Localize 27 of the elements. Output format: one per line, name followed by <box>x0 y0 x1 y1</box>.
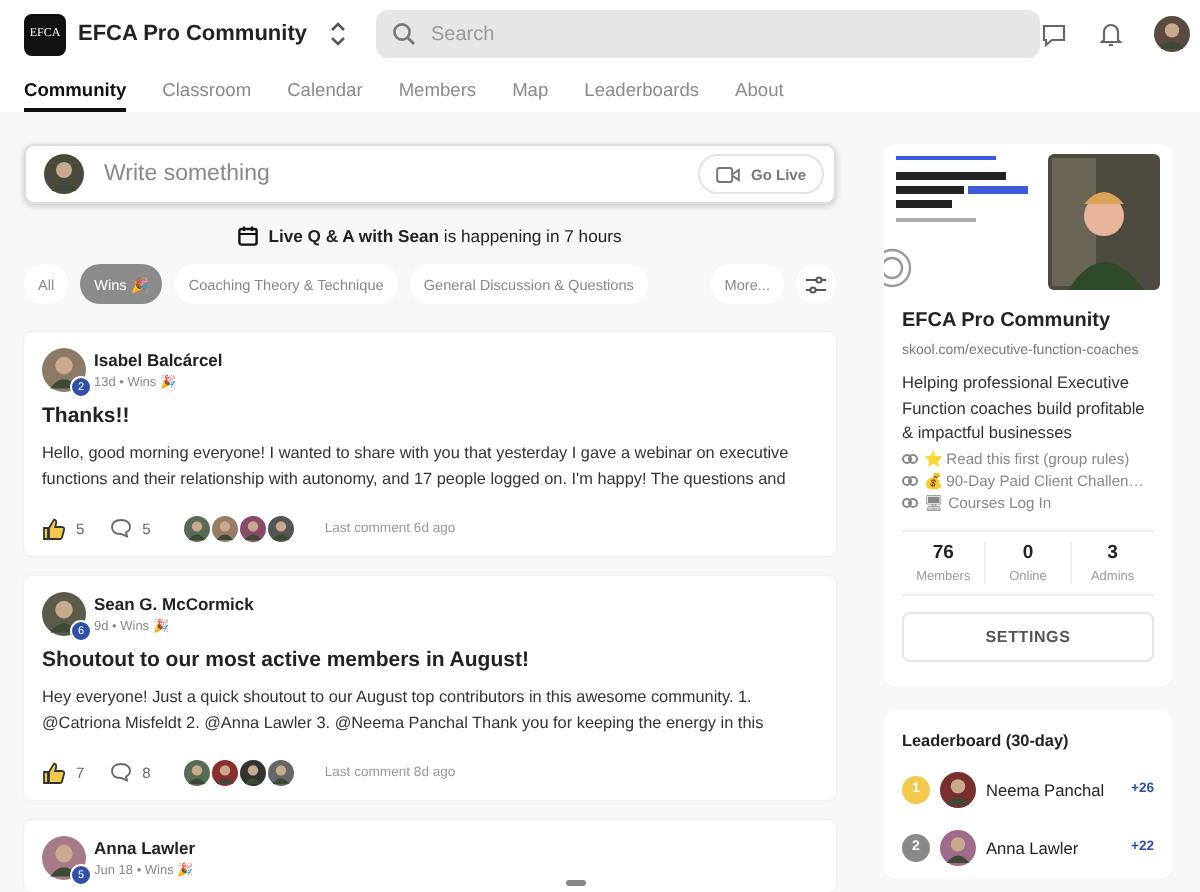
nav-tab[interactable]: About <box>735 68 784 112</box>
nav-tab[interactable]: Community <box>24 68 127 112</box>
member-name[interactable]: Anna Lawler <box>986 837 1121 857</box>
leaderboard-title: Leaderboard (30-day) <box>902 731 1071 749</box>
nav-tab[interactable]: Classroom <box>162 68 252 112</box>
member-name[interactable]: Neema Panchal <box>986 779 1121 799</box>
post-text: Hello, good morning everyone! I wanted to share with you that yesterday I gave a webinar on executive functions and their relationship with autonomy, and 17 people logged on. I'm happy! The questions and <box>42 442 791 492</box>
stat-value: 3 <box>1105 541 1120 563</box>
author-name[interactable]: Sean G. McCormick <box>94 594 254 614</box>
nav-tab[interactable]: Map <box>512 68 549 112</box>
nav-tab[interactable]: Members <box>398 68 477 112</box>
community-description: Helping professional Executive Function coaches build profitable & impactful businesses <box>902 370 1147 445</box>
author-name[interactable]: Anna Lawler <box>94 838 196 858</box>
community-name[interactable]: EFCA Pro Community <box>78 22 307 46</box>
settings-button[interactable]: SETTINGS <box>902 611 1154 661</box>
post-title[interactable]: Shoutout to our most active members in August! <box>42 648 820 672</box>
stat-value: 0 <box>1020 541 1036 563</box>
stat-value: 76 <box>930 541 956 563</box>
post-title[interactable]: Thanks!! <box>42 404 820 428</box>
community-title: EFCA Pro Community <box>902 310 1113 332</box>
event-notice[interactable]: Live Q & A with Sean is happening in 7 hours <box>268 226 622 246</box>
search-field[interactable]: Search <box>375 10 1039 58</box>
write-field[interactable]: Write something <box>100 160 683 188</box>
nav-tab[interactable]: Leaderboards <box>584 68 700 112</box>
nav-tab[interactable]: Calendar <box>287 68 363 112</box>
post-text: Hey everyone! Just a quick shoutout to our August top contributors in this awesome community. 1. @Catriona Misfeldt 2. @Anna Lawler 3. @Neema Panchal Thank you for keeping the energy in this <box>42 686 766 736</box>
author-name[interactable]: Isabel Balcárcel <box>94 350 223 370</box>
